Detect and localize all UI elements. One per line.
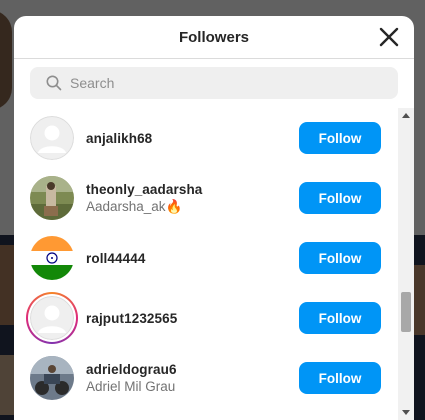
follower-username[interactable]: rajput1232565 (86, 311, 177, 326)
follower-username[interactable]: theonly_aadarsha (86, 182, 202, 197)
followers-list: anjalikh68 Follow theonly_aadarsha Aadar… (14, 108, 398, 420)
search-icon (46, 75, 62, 91)
search-input[interactable] (70, 75, 370, 91)
scroll-up-arrow-icon[interactable] (402, 113, 410, 118)
follower-fullname: Aadarsha_ak🔥 (86, 198, 183, 214)
search-bar[interactable] (30, 67, 398, 99)
scrollbar-thumb[interactable] (401, 292, 411, 332)
follow-button[interactable]: Follow (299, 122, 381, 154)
follow-button[interactable]: Follow (299, 182, 381, 214)
avatar[interactable] (30, 176, 74, 220)
list-item: theonly_aadarsha Aadarsha_ak🔥 Follow (14, 168, 398, 228)
dialog-header: Followers (14, 16, 414, 59)
follower-fullname: Adriel Mil Grau (86, 379, 176, 394)
follower-username[interactable]: roll44444 (86, 251, 145, 266)
follower-username[interactable]: adrieldograu6 (86, 362, 177, 377)
avatar[interactable] (30, 236, 74, 280)
dialog-title: Followers (178, 28, 249, 46)
close-icon[interactable] (378, 26, 400, 48)
list-item: roll44444 Follow (14, 228, 398, 288)
avatar[interactable] (30, 116, 74, 160)
avatar[interactable] (30, 296, 74, 340)
follow-button[interactable]: Follow (299, 302, 381, 334)
scroll-down-arrow-icon[interactable] (402, 410, 410, 415)
follow-button[interactable]: Follow (299, 242, 381, 274)
follow-button[interactable]: Follow (299, 362, 381, 394)
list-item: rajput1232565 Follow (14, 288, 398, 348)
list-item: adrieldograu6 Adriel Mil Grau Follow (14, 348, 398, 408)
followers-dialog: Followers Search anjalikh68 Follow theon… (14, 16, 414, 420)
list-item: anjalikh68 Follow (14, 108, 398, 168)
avatar[interactable] (30, 356, 74, 400)
follower-username[interactable]: anjalikh68 (86, 131, 152, 146)
scrollbar[interactable] (398, 108, 414, 420)
